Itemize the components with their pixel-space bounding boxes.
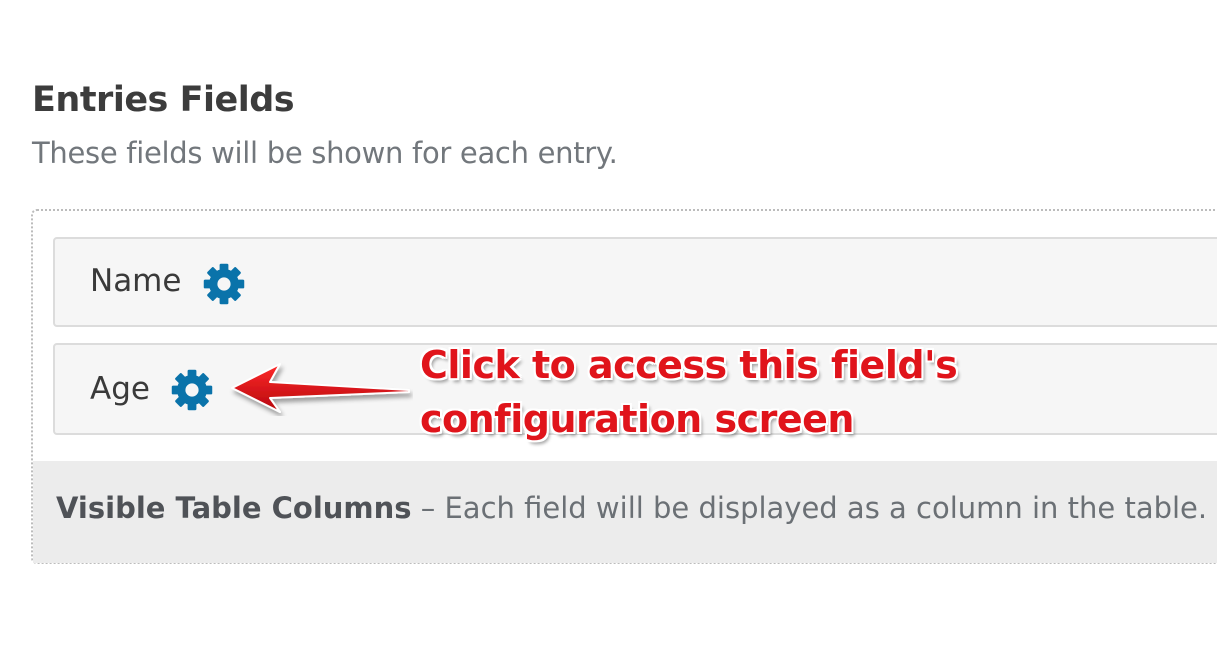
section-description: These fields will be shown for each entr… (32, 136, 618, 170)
page: Entries Fields These fields will be show… (0, 0, 1217, 650)
annotation-line-2: configuration screen (420, 397, 854, 441)
footer-text: Visible Table Columns – Each field will … (56, 491, 1207, 525)
gear-icon[interactable] (202, 262, 246, 306)
annotation-callout: Click to access this field's configurati… (420, 338, 958, 446)
gear-icon[interactable] (170, 368, 214, 412)
annotation-line-1: Click to access this field's (420, 343, 958, 387)
field-label-name: Name (90, 263, 182, 299)
footer-dash: – (411, 491, 445, 525)
field-label-age: Age (90, 371, 150, 407)
footer-heading: Visible Table Columns (56, 491, 412, 525)
footer-description: Each field will be displayed as a column… (444, 491, 1208, 525)
visible-columns-footer: Visible Table Columns – Each field will … (33, 461, 1217, 563)
field-row-name[interactable]: Name (53, 237, 1217, 327)
section-title: Entries Fields (32, 80, 295, 120)
annotation-arrow-icon (231, 363, 410, 413)
